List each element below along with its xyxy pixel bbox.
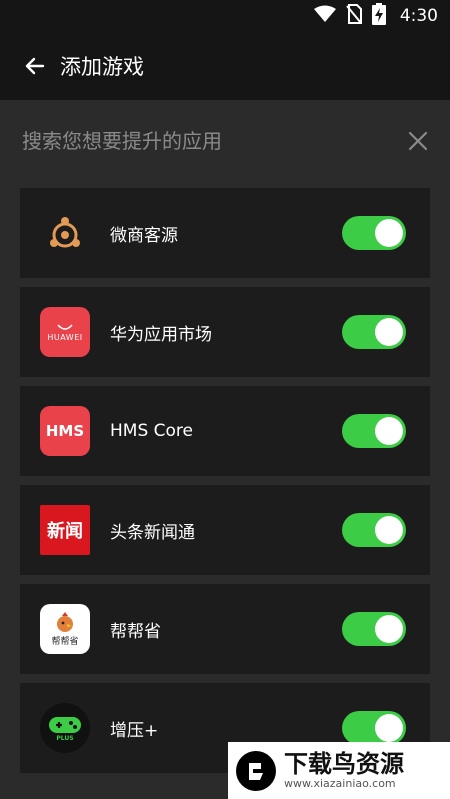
watermark-bird-icon bbox=[236, 750, 276, 791]
app-bar: 添加游戏 bbox=[0, 32, 450, 100]
toggle-knob bbox=[375, 219, 403, 247]
app-name: HMS Core bbox=[110, 421, 193, 441]
wifi-icon bbox=[313, 5, 336, 27]
clear-search-button[interactable] bbox=[406, 129, 430, 153]
app-toggle[interactable] bbox=[342, 711, 406, 745]
watermark-url: www.xiazainiao.com bbox=[284, 776, 396, 790]
toggle-knob bbox=[375, 714, 403, 742]
app-name: 增压+ bbox=[110, 720, 159, 741]
bangbangsheng-logo-text: 帮帮省 bbox=[51, 636, 79, 647]
app-toggle[interactable] bbox=[342, 315, 406, 349]
arrow-left-icon bbox=[25, 57, 45, 75]
list-item: 新闻 头条新闻通 bbox=[20, 485, 430, 575]
app-name: 华为应用市场 bbox=[110, 324, 212, 345]
weishang-icon bbox=[40, 208, 90, 258]
app-name: 帮帮省 bbox=[110, 621, 161, 642]
bangbangsheng-icon: 帮帮省 bbox=[40, 604, 90, 654]
toggle-knob bbox=[375, 516, 403, 544]
toggle-knob bbox=[375, 615, 403, 643]
app-toggle[interactable] bbox=[342, 513, 406, 547]
hms-core-icon: HMS bbox=[40, 406, 90, 456]
huawei-appgallery-icon: HUAWEI bbox=[40, 307, 90, 357]
battery-charging-icon bbox=[371, 3, 386, 29]
no-sim-icon bbox=[346, 4, 362, 28]
watermark: 下载鸟资源 www.xiazainiao.com bbox=[228, 742, 450, 799]
status-bar: 4:30 bbox=[0, 0, 450, 32]
app-list: 微商客源 HUAWEI 华为应用市场 HMS HMS Core 新闻 头条新闻通 bbox=[20, 188, 430, 782]
back-button[interactable] bbox=[20, 51, 50, 81]
search-input[interactable] bbox=[20, 128, 384, 154]
list-item: 帮帮省 帮帮省 bbox=[20, 584, 430, 674]
clock: 4:30 bbox=[399, 6, 438, 26]
app-toggle[interactable] bbox=[342, 216, 406, 250]
app-toggle[interactable] bbox=[342, 414, 406, 448]
plus-logo-text: PLUS bbox=[56, 734, 74, 742]
toggle-knob bbox=[375, 318, 403, 346]
hms-logo-text: HMS bbox=[45, 422, 85, 440]
toggle-knob bbox=[375, 417, 403, 445]
app-toggle[interactable] bbox=[342, 612, 406, 646]
toutiao-logo-text: 新闻 bbox=[47, 521, 83, 542]
close-icon bbox=[408, 131, 428, 151]
search-bar bbox=[0, 100, 450, 182]
huawei-logo-text: HUAWEI bbox=[47, 332, 83, 342]
page-title: 添加游戏 bbox=[60, 55, 144, 79]
list-item: HMS HMS Core bbox=[20, 386, 430, 476]
gamepad-plus-icon: PLUS bbox=[40, 703, 90, 753]
list-item: HUAWEI 华为应用市场 bbox=[20, 287, 430, 377]
app-name: 微商客源 bbox=[110, 225, 178, 246]
app-name: 头条新闻通 bbox=[110, 522, 195, 543]
list-item: 微商客源 bbox=[20, 188, 430, 278]
toutiao-news-icon: 新闻 bbox=[40, 505, 90, 555]
watermark-title: 下载鸟资源 bbox=[284, 749, 404, 778]
